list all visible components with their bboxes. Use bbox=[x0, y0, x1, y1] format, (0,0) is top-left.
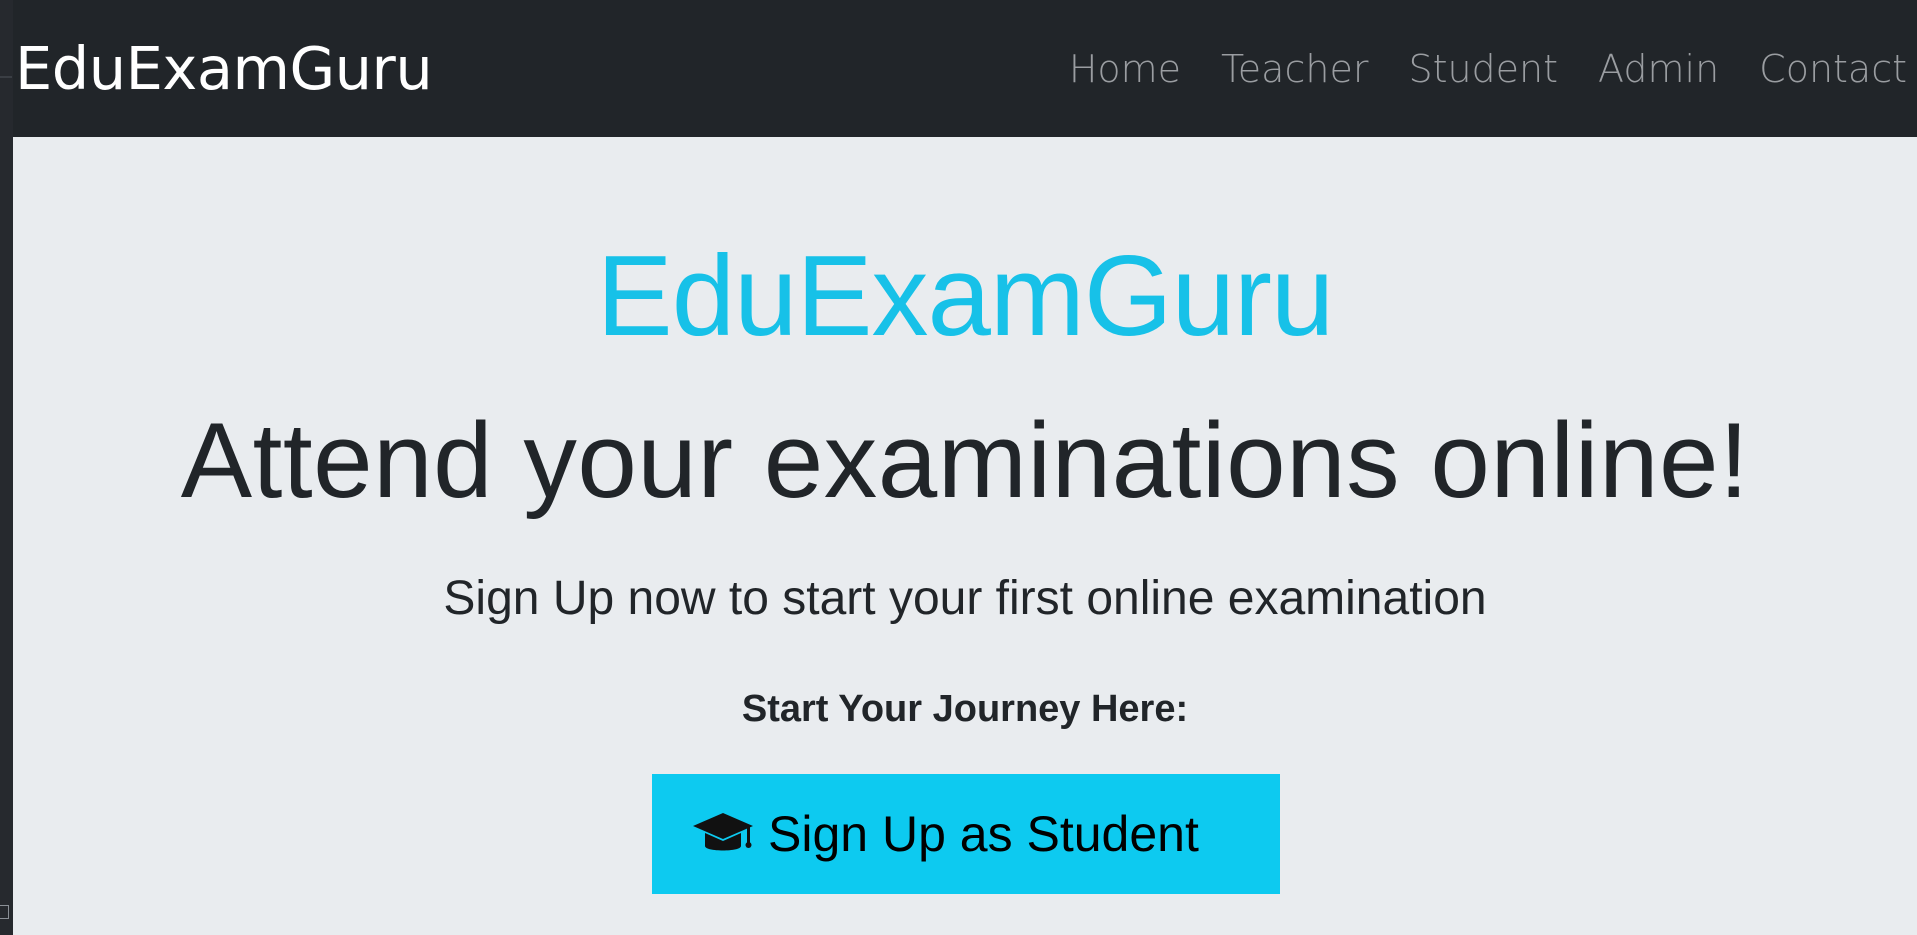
nav-link-admin[interactable]: Admin bbox=[1598, 46, 1719, 92]
graduation-cap-icon bbox=[692, 810, 754, 858]
navbar-brand[interactable]: EduExamGuru bbox=[15, 34, 433, 104]
signup-student-button[interactable]: Sign Up as Student bbox=[652, 774, 1280, 894]
hero-headline: Attend your examinations online! bbox=[180, 400, 1750, 520]
hero-subline: Sign Up now to start your first online e… bbox=[443, 572, 1487, 625]
window-edge-strip bbox=[0, 0, 14, 935]
edge-divider bbox=[0, 76, 12, 78]
nav-link-teacher[interactable]: Teacher bbox=[1221, 46, 1368, 92]
journey-label: Start Your Journey Here: bbox=[741, 688, 1189, 730]
nav-link-home[interactable]: Home bbox=[1069, 46, 1181, 92]
nav-link-contact[interactable]: Contact bbox=[1759, 46, 1907, 92]
nav-link-student[interactable]: Student bbox=[1408, 46, 1558, 92]
hero-brand-title: EduExamGuru bbox=[596, 233, 1335, 360]
hero-jumbotron: EduExamGuru Attend your examinations onl… bbox=[13, 137, 1917, 935]
signup-student-label: Sign Up as Student bbox=[768, 806, 1199, 862]
top-navbar: EduExamGuru Home Teacher Student Admin C… bbox=[13, 0, 1917, 137]
edge-corner-marker bbox=[0, 905, 9, 919]
nav-links: Home Teacher Student Admin Contact bbox=[1069, 46, 1907, 92]
